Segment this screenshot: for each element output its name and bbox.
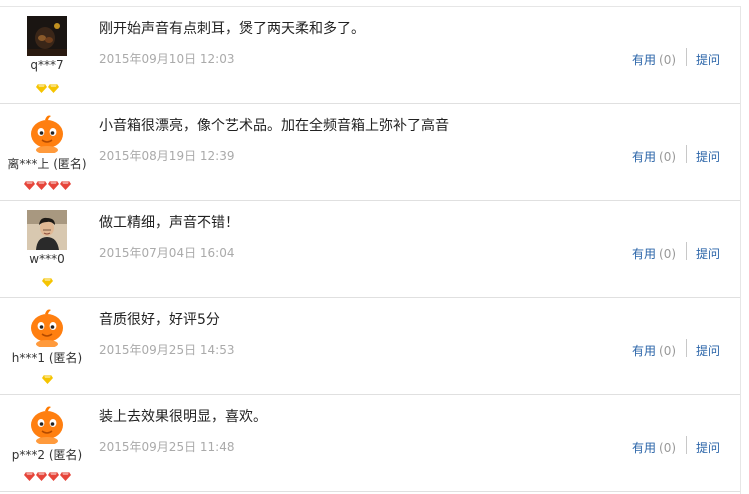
reviewer-name[interactable]: h***1 (匿名) bbox=[0, 349, 94, 366]
list-right-border bbox=[740, 6, 741, 494]
review-item: q***7 刚开始声音有点刺耳，煲了两天柔和多了。 2015年09月10日 12… bbox=[0, 7, 740, 104]
reviewer-name[interactable]: p***2 (匿名) bbox=[0, 446, 94, 463]
review-item: h***1 (匿名) 音质很好，好评5分 2015年09月25日 14:53 有… bbox=[0, 298, 740, 395]
useful-count: (0) bbox=[659, 344, 677, 358]
diamond-icon bbox=[59, 466, 71, 481]
review-content: 小音箱很漂亮，像个艺术品。加在全频音箱上弥补了高音 bbox=[99, 118, 449, 134]
review-content: 装上去效果很明显，喜欢。 bbox=[99, 409, 267, 425]
reviewer-name[interactable]: w***0 bbox=[0, 252, 94, 266]
useful-count: (0) bbox=[659, 53, 677, 67]
reviewer-level-gems bbox=[0, 369, 94, 384]
review-content: 刚开始声音有点刺耳，煲了两天柔和多了。 bbox=[99, 21, 365, 37]
useful-label: 有用 bbox=[632, 441, 657, 455]
avatar[interactable] bbox=[27, 16, 67, 56]
diamond-icon bbox=[35, 78, 47, 93]
reviewer-name[interactable]: q***7 bbox=[0, 58, 94, 72]
diamond-icon bbox=[41, 369, 53, 384]
reviewer-level-gems bbox=[0, 272, 94, 287]
review-date: 2015年09月25日 14:53 bbox=[99, 343, 235, 357]
ask-question-link[interactable]: 提问 bbox=[696, 342, 720, 359]
action-divider bbox=[686, 145, 687, 163]
review-content: 做工精细，声音不错！ bbox=[99, 215, 239, 231]
useful-button[interactable]: 有用 (0) bbox=[632, 439, 676, 456]
review-date: 2015年09月25日 11:48 bbox=[99, 440, 235, 454]
ask-question-link[interactable]: 提问 bbox=[696, 439, 720, 456]
diamond-icon bbox=[47, 466, 59, 481]
avatar[interactable] bbox=[27, 210, 67, 250]
action-divider bbox=[686, 436, 687, 454]
diamond-icon bbox=[41, 272, 53, 287]
useful-button[interactable]: 有用 (0) bbox=[632, 148, 676, 165]
reviewer-name[interactable]: 离***上 (匿名) bbox=[0, 155, 94, 172]
useful-label: 有用 bbox=[632, 344, 657, 358]
ask-question-link[interactable]: 提问 bbox=[696, 245, 720, 262]
useful-button[interactable]: 有用 (0) bbox=[632, 342, 676, 359]
useful-button[interactable]: 有用 (0) bbox=[632, 51, 676, 68]
action-divider bbox=[686, 339, 687, 357]
ask-question-link[interactable]: 提问 bbox=[696, 148, 720, 165]
diamond-icon bbox=[23, 466, 35, 481]
reviewer-level-gems bbox=[0, 466, 94, 481]
reviewer-level-gems bbox=[0, 78, 94, 93]
action-divider bbox=[686, 48, 687, 66]
diamond-icon bbox=[35, 466, 47, 481]
useful-count: (0) bbox=[659, 247, 677, 261]
review-item: w***0 做工精细，声音不错！ 2015年07月04日 16:04 有用 (0)… bbox=[0, 201, 740, 298]
diamond-icon bbox=[23, 175, 35, 190]
useful-button[interactable]: 有用 (0) bbox=[632, 245, 676, 262]
review-date: 2015年07月04日 16:04 bbox=[99, 246, 235, 260]
avatar[interactable] bbox=[27, 307, 67, 347]
review-item: 离***上 (匿名) 小音箱很漂亮，像个艺术品。加在全频音箱上弥补了高音 201… bbox=[0, 104, 740, 201]
diamond-icon bbox=[47, 78, 59, 93]
reviewer-level-gems bbox=[0, 175, 94, 190]
action-divider bbox=[686, 242, 687, 260]
useful-label: 有用 bbox=[632, 150, 657, 164]
diamond-icon bbox=[47, 175, 59, 190]
review-date: 2015年08月19日 12:39 bbox=[99, 149, 235, 163]
useful-label: 有用 bbox=[632, 53, 657, 67]
useful-count: (0) bbox=[659, 441, 677, 455]
diamond-icon bbox=[35, 175, 47, 190]
useful-count: (0) bbox=[659, 150, 677, 164]
review-item: p***2 (匿名) 装上去效果很明显，喜欢。 2015年09月25日 11:4… bbox=[0, 395, 740, 492]
review-content: 音质很好，好评5分 bbox=[99, 312, 220, 328]
useful-label: 有用 bbox=[632, 247, 657, 261]
avatar[interactable] bbox=[27, 404, 67, 444]
ask-question-link[interactable]: 提问 bbox=[696, 51, 720, 68]
avatar[interactable] bbox=[27, 113, 67, 153]
diamond-icon bbox=[59, 175, 71, 190]
review-date: 2015年09月10日 12:03 bbox=[99, 52, 235, 66]
